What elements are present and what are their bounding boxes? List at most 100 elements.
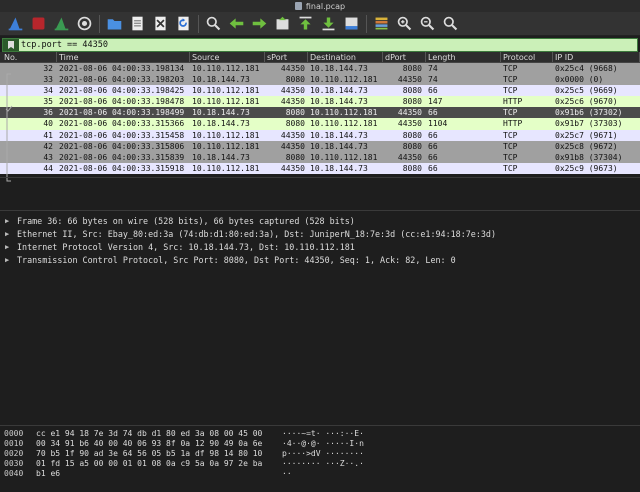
- autoscroll-icon[interactable]: [341, 14, 361, 34]
- packet-cell-time: 2021-08-06 04:00:33.198478: [59, 97, 185, 107]
- toolbar-separator: [198, 14, 199, 33]
- go-forward-icon[interactable]: [249, 14, 269, 34]
- packet-cell-src: 10.18.144.73: [192, 108, 250, 118]
- packet-cell-dst: 10.18.144.73: [310, 97, 368, 107]
- packet-cell-dport: 44350: [397, 108, 422, 118]
- packet-bytes: 0000 cc e1 94 18 7e 3d 74 db d1 80 ed 3a …: [0, 425, 640, 492]
- packet-cell-len: 66: [428, 108, 438, 118]
- close-file-icon[interactable]: [150, 14, 170, 34]
- packet-cell-ipid: 0x25c9 (9673): [555, 163, 618, 173]
- packet-cell-dport: 8080: [402, 97, 422, 107]
- packet-row[interactable]: 33 2021-08-06 04:00:33.198203 10.18.144.73…: [0, 74, 640, 86]
- packet-cell-sport: 44350: [280, 130, 305, 140]
- column-header-sport[interactable]: sPort: [265, 52, 308, 62]
- detail-row-frame[interactable]: ▶ Frame 36: 66 bytes on wire (528 bits), …: [0, 214, 640, 227]
- packet-row[interactable]: 40 2021-08-06 04:00:33.315366 10.18.144.73…: [0, 118, 640, 130]
- packet-cell-src: 10.18.144.73: [192, 119, 250, 129]
- packet-cell-proto: TCP: [503, 130, 518, 140]
- detail-row-ip[interactable]: ▶ Internet Protocol Version 4, Src: 10.18…: [0, 240, 640, 253]
- packet-cell-ipid: 0x25c7 (9671): [555, 130, 618, 140]
- expand-triangle-icon[interactable]: ▶: [5, 243, 17, 251]
- bytes-row[interactable]: 0000 cc e1 94 18 7e 3d 74 db d1 80 ed 3a …: [0, 429, 640, 439]
- packet-cell-dst: 10.110.112.181: [310, 119, 378, 129]
- bytes-row[interactable]: 0030 01 fd 15 a5 00 00 01 01 08 0a c9 5a …: [0, 459, 640, 469]
- packet-cell-dport: 8080: [402, 163, 422, 173]
- zoom-in-icon[interactable]: [394, 14, 414, 34]
- column-header-protocol[interactable]: Protocol: [501, 52, 553, 62]
- column-header-length[interactable]: Length: [426, 52, 501, 62]
- packet-cell-time: 2021-08-06 04:00:33.315366: [59, 119, 185, 129]
- expand-triangle-icon[interactable]: ▶: [5, 217, 17, 225]
- packet-row[interactable]: 36 2021-08-06 04:00:33.198499 10.18.144.73…: [0, 107, 640, 119]
- detail-row-ethernet[interactable]: ▶ Ethernet II, Src: Ebay_80:ed:3a (74:db:…: [0, 227, 640, 240]
- packet-row[interactable]: 41 2021-08-06 04:00:33.315458 10.110.112.1…: [0, 129, 640, 141]
- normal-size-icon[interactable]: [440, 14, 460, 34]
- packet-cell-src: 10.110.112.181: [192, 141, 260, 151]
- display-filter-input[interactable]: [19, 39, 637, 51]
- packet-cell-src: 10.110.112.181: [192, 64, 260, 73]
- packet-cell-dport: 8080: [402, 64, 422, 73]
- restart-capture-icon[interactable]: [51, 14, 71, 34]
- bytes-row[interactable]: 0020 70 b5 1f 90 ad 3e 64 56 05 b5 1a df …: [0, 449, 640, 459]
- go-back-icon[interactable]: [226, 14, 246, 34]
- packet-cell-dst: 10.18.144.73: [310, 130, 368, 140]
- expand-triangle-icon[interactable]: ▶: [5, 256, 17, 264]
- colorize-icon[interactable]: [371, 14, 391, 34]
- save-file-icon[interactable]: [127, 14, 147, 34]
- detail-row-tcp[interactable]: ▶ Transmission Control Protocol, Src Port…: [0, 253, 640, 266]
- packet-cell-time: 2021-08-06 04:00:33.198134: [59, 64, 185, 73]
- packet-cell-dport: 44350: [397, 119, 422, 129]
- packet-cell-proto: TCP: [503, 75, 518, 85]
- capture-options-icon[interactable]: [74, 14, 94, 34]
- display-filter-bar: [2, 38, 638, 52]
- stop-capture-icon[interactable]: [28, 14, 48, 34]
- packet-cell-sport: 44350: [280, 141, 305, 151]
- packet-cell-len: 66: [428, 163, 438, 173]
- column-header-ipid[interactable]: IP ID: [553, 52, 640, 62]
- bytes-row[interactable]: 0040 b1 e6 ··: [0, 469, 640, 479]
- packet-cell-sport: 8080: [285, 108, 305, 118]
- column-header-destination[interactable]: Destination: [308, 52, 383, 62]
- packet-row[interactable]: 44 2021-08-06 04:00:33.315918 10.110.112.1…: [0, 162, 640, 174]
- packet-cell-proto: TCP: [503, 152, 518, 162]
- packet-cell-dst: 10.110.112.181: [310, 108, 378, 118]
- packet-cell-len: 66: [428, 152, 438, 162]
- reload-file-icon[interactable]: [173, 14, 193, 34]
- packet-cell-len: 1104: [428, 119, 448, 129]
- column-header-no[interactable]: No.: [0, 52, 57, 62]
- packet-cell-proto: TCP: [503, 86, 518, 96]
- go-first-icon[interactable]: [295, 14, 315, 34]
- packet-row[interactable]: 35 2021-08-06 04:00:33.198478 10.110.112.1…: [0, 96, 640, 108]
- zoom-out-icon[interactable]: [417, 14, 437, 34]
- go-last-icon[interactable]: [318, 14, 338, 34]
- column-header-source[interactable]: Source: [190, 52, 265, 62]
- packet-cell-ipid: 0x0000 (0): [555, 75, 604, 85]
- open-file-icon[interactable]: [104, 14, 124, 34]
- packet-cell-dport: 44350: [397, 152, 422, 162]
- packet-cell-len: 66: [428, 130, 438, 140]
- expand-triangle-icon[interactable]: ▶: [5, 230, 17, 238]
- packet-cell-dst: 10.18.144.73: [310, 163, 368, 173]
- bytes-row[interactable]: 0010 00 34 91 b6 40 00 40 06 93 8f 0a 12 …: [0, 439, 640, 449]
- packet-cell-src: 10.18.144.73: [192, 75, 250, 85]
- pane-splitter[interactable]: [0, 177, 640, 178]
- packet-cell-time: 2021-08-06 04:00:33.198203: [59, 75, 185, 85]
- document-icon: [294, 2, 302, 10]
- packet-cell-dst: 10.18.144.73: [310, 141, 368, 151]
- packet-row[interactable]: 42 2021-08-06 04:00:33.315806 10.110.112.1…: [0, 140, 640, 152]
- packet-cell-sport: 8080: [285, 119, 305, 129]
- bookmark-icon[interactable]: [6, 40, 16, 50]
- window-title: final.pcap: [305, 1, 346, 11]
- column-header-dport[interactable]: dPort: [383, 52, 426, 62]
- packet-row[interactable]: 34 2021-08-06 04:00:33.198425 10.110.112.1…: [0, 85, 640, 97]
- packet-cell-dport: 44350: [397, 75, 422, 85]
- packet-cell-proto: TCP: [503, 108, 518, 118]
- packet-cell-proto: HTTP: [503, 97, 523, 107]
- go-to-packet-icon[interactable]: [272, 14, 292, 34]
- packet-row[interactable]: 43 2021-08-06 04:00:33.315839 10.18.144.73…: [0, 151, 640, 163]
- column-header-time[interactable]: Time: [57, 52, 190, 62]
- shark-fin-start-icon[interactable]: [5, 14, 25, 34]
- find-packet-icon[interactable]: [203, 14, 223, 34]
- packet-cell-dst: 10.18.144.73: [310, 86, 368, 96]
- packet-row[interactable]: 32 2021-08-06 04:00:33.198134 10.110.112.1…: [0, 63, 640, 75]
